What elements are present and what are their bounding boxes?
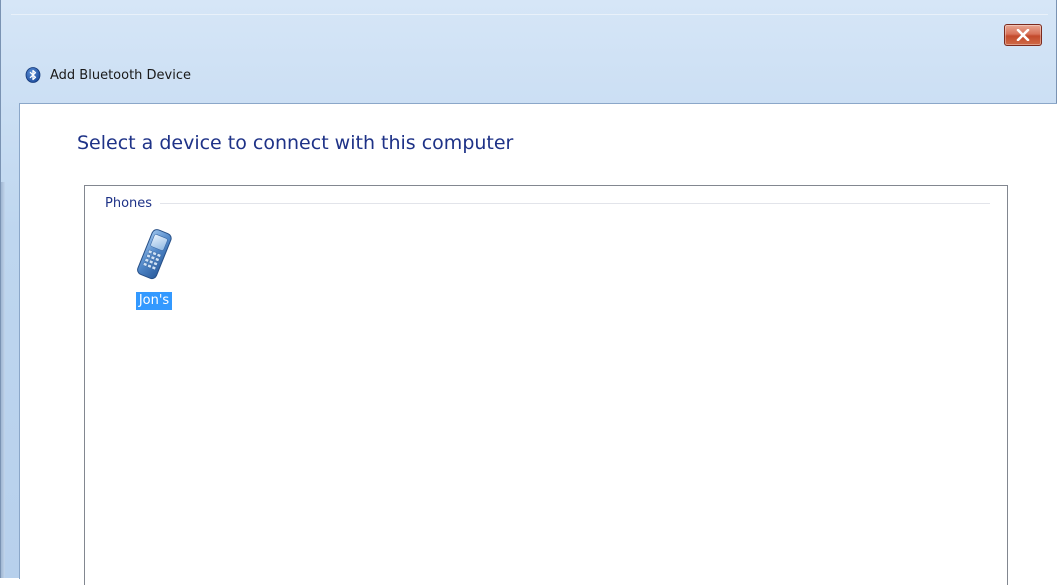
window-left-edge — [1, 182, 5, 578]
title-bar: Add Bluetooth Device — [25, 64, 191, 86]
group-header-phones: Phones — [105, 196, 990, 211]
mobile-phone-icon — [132, 226, 176, 284]
window-frame-highlight — [11, 14, 1048, 17]
window-title: Add Bluetooth Device — [50, 67, 192, 83]
group-label: Phones — [105, 196, 153, 211]
bluetooth-icon — [25, 67, 41, 83]
close-button[interactable] — [1004, 24, 1042, 46]
add-bluetooth-device-window: Add Bluetooth Device Select a device to … — [0, 0, 1057, 585]
device-list[interactable]: Phones Jon's — [84, 185, 1008, 585]
device-item[interactable]: Jon's — [129, 226, 179, 310]
wizard-content-area: Select a device to connect with this com… — [19, 103, 1057, 585]
close-icon — [1016, 29, 1030, 41]
group-divider — [160, 203, 990, 204]
page-heading: Select a device to connect with this com… — [77, 132, 514, 154]
device-name-label: Jon's — [135, 292, 173, 310]
